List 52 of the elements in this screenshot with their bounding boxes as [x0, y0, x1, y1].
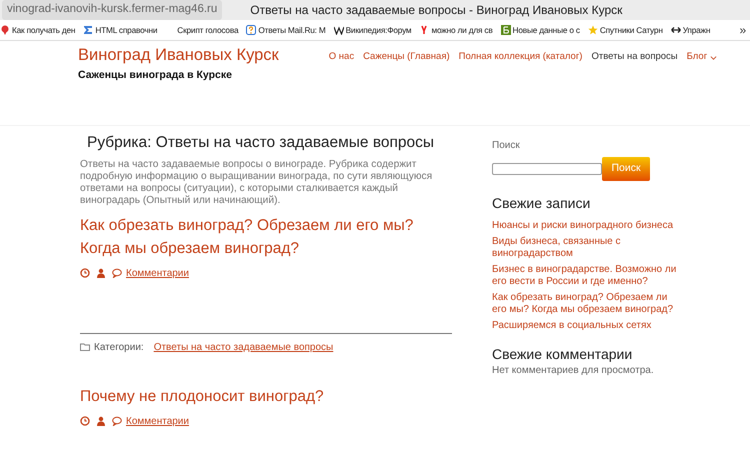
recent-post-link[interactable]: Расширяемся в социальных сетях	[492, 320, 677, 332]
archive-heading: Рубрика: Ответы на часто задаваемые вопросы	[87, 134, 436, 153]
menu-link[interactable]: Ответы на вопросы	[591, 50, 678, 64]
empty-comments-text: Нет комментариев для просмотра.	[492, 364, 655, 378]
menu-link[interactable]: О нас	[328, 50, 354, 64]
categories-label: Категории:	[94, 340, 144, 355]
menu-link[interactable]: Полная коллекция (каталог)	[458, 50, 582, 64]
question-icon	[246, 25, 256, 35]
section-heading: Свежие записи	[492, 195, 592, 212]
post-title[interactable]: Почему не плодоносит виноград?	[80, 384, 452, 408]
bookmark[interactable]: Как получать ден	[0, 24, 76, 36]
recent-post-link[interactable]: Как обрезать виноград? Обрезаем ли его мы? Когда мы обрезаем виноград?	[492, 292, 677, 316]
y-icon	[419, 25, 430, 35]
pin-icon	[0, 25, 10, 35]
menu-link[interactable]: Саженцы (Главная)	[363, 50, 450, 64]
menu-link[interactable]: Блог	[686, 50, 718, 64]
site-tagline: Саженцы винограда в Курске	[78, 68, 233, 83]
folder-icon	[80, 342, 90, 352]
comment-icon	[112, 416, 122, 426]
search-label: Поиск	[492, 139, 521, 153]
comments-link[interactable]: Комментарии	[126, 266, 189, 281]
bookmark[interactable]: Спутники Сатурн	[588, 24, 663, 36]
bookmark[interactable]: HTML справочни	[83, 24, 158, 36]
double-arrow-icon	[670, 25, 681, 35]
clock-icon	[80, 416, 90, 426]
recent-post-link[interactable]: Виды бизнеса, связанные с виноградарством	[492, 236, 677, 260]
section-heading: Свежие комментарии	[492, 346, 634, 363]
w-icon	[334, 25, 344, 35]
bookmark[interactable]: Упражн	[670, 24, 710, 36]
archive-description: Ответы на часто задаваемые вопросы о винограде. Рубрика содержит подробную информацию о выращивании винограда, по сути являющуюся ответами на вопросы (ситуации), с которыми сталкивается каждый виноградарь (Опытный или начинающий).	[80, 158, 434, 207]
bookmark[interactable]: можно ли для св	[419, 24, 493, 36]
user-icon	[96, 416, 106, 426]
sigma-icon	[83, 25, 94, 35]
site-title[interactable]: Виноград Ивановых Курск	[78, 46, 279, 64]
search-field[interactable]	[492, 163, 602, 175]
comments-link[interactable]: Комментарии	[126, 414, 189, 429]
recent-post-link[interactable]: Нюансы и риски виноградного бизнеса	[492, 220, 677, 232]
post-title[interactable]: Как обрезать виноград? Обрезаем ли его мы? Когда мы обрезаем виноград?	[80, 214, 452, 260]
comment-icon	[112, 268, 122, 278]
b-icon	[500, 25, 511, 35]
bookmark[interactable]: Новые данные о с	[500, 24, 580, 36]
clock-icon	[80, 268, 90, 278]
user-icon	[96, 268, 106, 278]
recent-post-link[interactable]: Бизнес в виноградарстве. Возможно ли его вести в России и где именно?	[492, 264, 677, 288]
bookmark[interactable]: Ответы Mail.Ru: M	[246, 24, 326, 36]
more-bookmarks-button[interactable]: »	[740, 21, 746, 39]
bookmark[interactable]: Скрипт голосова	[165, 24, 238, 36]
window-title: Ответы на часто задаваемые вопросы - Виноград Ивановых Курск	[250, 2, 622, 19]
address-bar[interactable]: vinograd-ivanovih-kursk.fermer-mag46.ru	[2, 0, 222, 20]
bookmark[interactable]: Википедия:Форум	[334, 24, 412, 36]
star-icon	[588, 25, 598, 35]
category-link[interactable]: Ответы на часто задаваемые вопросы	[154, 340, 334, 355]
